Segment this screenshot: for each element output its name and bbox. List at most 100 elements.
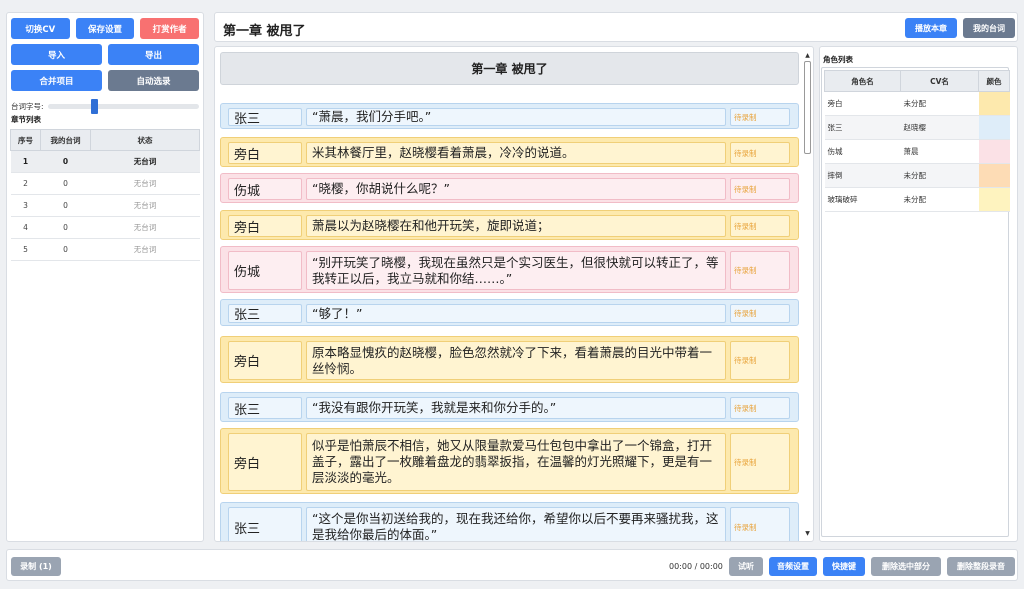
line-status: 待录制: [730, 433, 790, 491]
scroll-up-icon[interactable]: ▲: [803, 51, 812, 60]
playback-time: 00:00 / 00:00: [669, 562, 723, 571]
role-row[interactable]: 玻璃破碎 未分配: [824, 187, 1010, 212]
line-cast[interactable]: 旁白: [228, 341, 302, 380]
line-text[interactable]: 萧晨以为赵晓樱在和他开玩笑，旋即说道；: [306, 215, 726, 237]
role-cv[interactable]: 萧晨: [900, 139, 979, 164]
role-color-swatch[interactable]: [978, 187, 1010, 212]
script-line[interactable]: 旁白 原本略显愧疚的赵晓樱，脸色忽然就冷了下来，看着萧晨的目光中带着一丝怜悯。 …: [220, 336, 799, 383]
play-chapter-button[interactable]: 播放本章: [905, 18, 957, 38]
chapter-banner: 第一章 被甩了: [220, 52, 799, 85]
script-line[interactable]: 张三 “够了！” 待录制: [220, 299, 799, 326]
chapter-header: 第一章 被甩了 播放本章 我的台词: [214, 12, 1018, 42]
chapter-no: 2: [10, 172, 41, 195]
shortcut-button[interactable]: 快捷键: [823, 557, 865, 576]
chapter-row[interactable]: 5 0 无台词: [10, 238, 200, 261]
chapter-no: 1: [10, 150, 41, 173]
left-panel: 切换CV 保存设置 打赏作者 导入 导出 合并项目 自动选录 台词字号: 章节列…: [6, 12, 204, 542]
role-name: 玻璃破碎: [824, 187, 901, 212]
line-cast[interactable]: 伤城: [228, 251, 302, 290]
script-line[interactable]: 张三 “这个是你当初送给我的，现在我还给你，希望你以后不要再来骚扰我，这是我给你…: [220, 502, 799, 541]
role-cv[interactable]: 赵晓樱: [900, 115, 979, 140]
line-cast[interactable]: 张三: [228, 507, 302, 541]
chapter-row[interactable]: 1 0 无台词: [10, 150, 200, 173]
line-cast[interactable]: 旁白: [228, 215, 302, 237]
line-status: 待录制: [730, 178, 790, 200]
line-text[interactable]: 似乎是怕萧辰不相信，她又从限量款爱马仕包包中拿出了一个锦盒，打开盖子，露出了一枚…: [306, 433, 726, 491]
tip-author-button[interactable]: 打赏作者: [140, 18, 200, 39]
col-header-color: 颜色: [978, 70, 1010, 92]
import-button[interactable]: 导入: [11, 44, 102, 65]
role-table: 角色名 CV名 颜色 旁白 未分配 张三 赵晓樱 伤城 萧晨 摔倒 未分配 玻璃…: [824, 70, 1010, 212]
chapter-mine-count: 0: [40, 216, 91, 239]
auto-select-button[interactable]: 自动选录: [108, 70, 199, 91]
chapter-no: 4: [10, 216, 41, 239]
line-text[interactable]: “晓樱，你胡说什么呢？”: [306, 178, 726, 200]
font-size-label: 台词字号:: [11, 102, 44, 111]
col-header-no: 序号: [10, 129, 41, 151]
chapter-status: 无台词: [90, 194, 200, 217]
scrollbar-thumb[interactable]: [804, 61, 811, 154]
script-line[interactable]: 张三 “我没有跟你开玩笑，我就是来和你分手的。” 待录制: [220, 392, 799, 422]
script-line[interactable]: 伤城 “别开玩笑了晓樱，我现在虽然只是个实习医生，但很快就可以转正了，等我转正以…: [220, 246, 799, 293]
record-button[interactable]: 录制 (1): [11, 557, 61, 576]
switch-cv-button[interactable]: 切换CV: [11, 18, 70, 39]
script-line[interactable]: 伤城 “晓樱，你胡说什么呢？” 待录制: [220, 173, 799, 203]
line-cast[interactable]: 旁白: [228, 433, 302, 491]
audio-settings-button[interactable]: 音频设置: [769, 557, 817, 576]
line-cast[interactable]: 张三: [228, 108, 302, 127]
chapter-status: 无台词: [90, 150, 200, 173]
font-size-slider[interactable]: [47, 99, 199, 114]
line-text[interactable]: “我没有跟你开玩笑，我就是来和你分手的。”: [306, 397, 726, 419]
line-cast[interactable]: 旁白: [228, 142, 302, 164]
line-text[interactable]: “够了！”: [306, 304, 726, 323]
role-name: 张三: [824, 115, 901, 140]
line-status: 待录制: [730, 215, 790, 237]
listen-button[interactable]: 试听: [729, 557, 763, 576]
merge-project-button[interactable]: 合并项目: [11, 70, 102, 91]
chapter-mine-count: 0: [40, 194, 91, 217]
line-status: 待录制: [730, 341, 790, 380]
line-status: 待录制: [730, 142, 790, 164]
delete-all-recording-button[interactable]: 删除整段录音: [947, 557, 1015, 576]
line-text[interactable]: “这个是你当初送给我的，现在我还给你，希望你以后不要再来骚扰我，这是我给你最后的…: [306, 507, 726, 541]
my-lines-button[interactable]: 我的台词: [963, 18, 1015, 38]
script-panel: 第一章 被甩了 张三 “萧晨，我们分手吧。” 待录制 旁白 米其林餐厅里，赵晓樱…: [214, 46, 814, 542]
role-row[interactable]: 旁白 未分配: [824, 91, 1010, 116]
save-settings-button[interactable]: 保存设置: [75, 18, 135, 39]
line-cast[interactable]: 张三: [228, 397, 302, 419]
role-row[interactable]: 摔倒 未分配: [824, 163, 1010, 188]
role-row[interactable]: 张三 赵晓樱: [824, 115, 1010, 140]
page-title: 第一章 被甩了: [223, 24, 306, 39]
chapter-mine-count: 0: [40, 150, 91, 173]
chapter-row[interactable]: 2 0 无台词: [10, 172, 200, 195]
delete-selected-button[interactable]: 删除选中部分: [871, 557, 941, 576]
role-row[interactable]: 伤城 萧晨: [824, 139, 1010, 164]
script-line[interactable]: 旁白 萧晨以为赵晓樱在和他开玩笑，旋即说道； 待录制: [220, 210, 799, 240]
line-text[interactable]: 原本略显愧疚的赵晓樱，脸色忽然就冷了下来，看着萧晨的目光中带着一丝怜悯。: [306, 341, 726, 380]
export-button[interactable]: 导出: [108, 44, 199, 65]
role-cv[interactable]: 未分配: [900, 187, 979, 212]
line-text[interactable]: “萧晨，我们分手吧。”: [306, 108, 726, 126]
chapter-list-title: 章节列表: [11, 115, 41, 124]
script-line[interactable]: 旁白 似乎是怕萧辰不相信，她又从限量款爱马仕包包中拿出了一个锦盒，打开盖子，露出…: [220, 428, 799, 494]
line-text[interactable]: 米其林餐厅里，赵晓樱看着萧晨，冷冷的说道。: [306, 142, 726, 164]
script-line[interactable]: 旁白 米其林餐厅里，赵晓樱看着萧晨，冷冷的说道。 待录制: [220, 137, 799, 167]
line-status: 待录制: [730, 397, 790, 419]
line-cast[interactable]: 伤城: [228, 178, 302, 200]
scroll-down-icon[interactable]: ▼: [803, 529, 812, 538]
line-cast[interactable]: 张三: [228, 304, 302, 323]
chapter-row[interactable]: 4 0 无台词: [10, 216, 200, 239]
role-name: 旁白: [824, 91, 901, 116]
role-cv[interactable]: 未分配: [900, 91, 979, 116]
script-scrollbar[interactable]: ▲ ▼: [803, 49, 812, 541]
role-cv[interactable]: 未分配: [900, 163, 979, 188]
script-line[interactable]: 张三 “萧晨，我们分手吧。” 待录制: [220, 103, 799, 129]
line-text[interactable]: “别开玩笑了晓樱，我现在虽然只是个实习医生，但很快就可以转正了，等我转正以后，我…: [306, 251, 726, 290]
font-size-slider-thumb[interactable]: [90, 99, 98, 114]
chapter-row[interactable]: 3 0 无台词: [10, 194, 200, 217]
role-color-swatch[interactable]: [978, 139, 1010, 164]
role-color-swatch[interactable]: [978, 91, 1010, 116]
role-color-swatch[interactable]: [978, 115, 1010, 140]
role-color-swatch[interactable]: [978, 163, 1010, 188]
role-list-title: 角色列表: [823, 55, 853, 64]
